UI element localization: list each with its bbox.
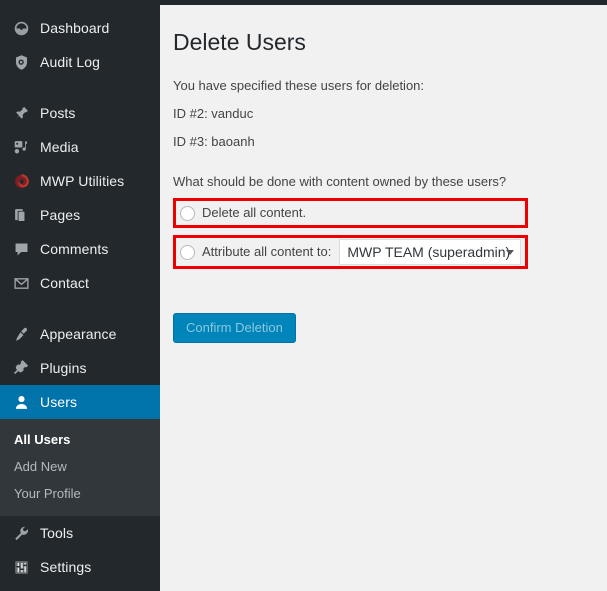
sliders-icon	[11, 557, 31, 577]
user-to-delete: ID #3: baoanh	[173, 134, 607, 149]
sidebar-item-tools[interactable]: Tools	[0, 516, 160, 550]
wordpress-admin-screen: Dashboard Audit Log Posts	[0, 0, 607, 591]
user-to-delete: ID #2: vanduc	[173, 106, 607, 121]
plug-icon	[11, 358, 31, 378]
sidebar-item-label: Dashboard	[40, 21, 109, 35]
sidebar-item-settings[interactable]: Settings	[0, 550, 160, 584]
active-arrow-icon	[160, 394, 168, 410]
main-content: Delete Users You have specified these us…	[160, 5, 607, 591]
sidebar-item-label: Contact	[40, 276, 89, 290]
sidebar-item-label: Settings	[40, 560, 91, 574]
spiral-icon	[11, 171, 31, 191]
submit-row: Confirm Deletion	[173, 313, 607, 343]
sidebar-item-label: Pages	[40, 208, 80, 222]
sidebar-item-label: Tools	[40, 526, 73, 540]
sidebar-item-audit-log[interactable]: Audit Log	[0, 45, 160, 79]
envelope-icon	[11, 273, 31, 293]
deletion-intro-text: You have specified these users for delet…	[173, 78, 607, 93]
sidebar-item-label: Posts	[40, 106, 76, 120]
sidebar-item-label: Appearance	[40, 327, 117, 341]
wrench-icon	[11, 523, 31, 543]
sidebar-item-label: Users	[40, 395, 77, 409]
confirm-deletion-button[interactable]: Confirm Deletion	[173, 313, 296, 343]
radio-label-attribute-all-content[interactable]: Attribute all content to:	[202, 242, 331, 262]
users-submenu: All Users Add New Your Profile	[0, 419, 160, 516]
sidebar-separator	[0, 300, 160, 317]
annotation-box-attribute-all-content: Attribute all content to: MWP TEAM (supe…	[173, 235, 528, 269]
sidebar-item-pages[interactable]: Pages	[0, 198, 160, 232]
brush-icon	[11, 324, 31, 344]
submenu-item-your-profile[interactable]: Your Profile	[0, 480, 160, 507]
radio-delete-all-content[interactable]	[180, 206, 195, 221]
sidebar-item-label: Comments	[40, 242, 108, 256]
shield-icon	[11, 52, 31, 72]
pages-icon	[11, 205, 31, 225]
sidebar-separator	[0, 79, 160, 96]
pin-icon	[11, 103, 31, 123]
user-icon	[11, 392, 31, 412]
sidebar-item-plugins[interactable]: Plugins	[0, 351, 160, 385]
chevron-down-icon	[506, 250, 514, 255]
sidebar-item-label: MWP Utilities	[40, 174, 124, 188]
dashboard-icon	[11, 18, 31, 38]
reassign-user-select[interactable]: MWP TEAM (superadmin)	[339, 239, 521, 265]
sidebar-item-comments[interactable]: Comments	[0, 232, 160, 266]
reassign-user-select-value: MWP TEAM (superadmin)	[347, 244, 510, 260]
sidebar-item-media[interactable]: Media	[0, 130, 160, 164]
submenu-item-all-users[interactable]: All Users	[0, 426, 160, 453]
sidebar-item-posts[interactable]: Posts	[0, 96, 160, 130]
sidebar-item-label: Audit Log	[40, 55, 100, 69]
content-question-label: What should be done with content owned b…	[173, 174, 607, 189]
admin-sidebar: Dashboard Audit Log Posts	[0, 0, 160, 591]
radio-attribute-all-content[interactable]	[180, 245, 195, 260]
sidebar-item-users[interactable]: Users	[0, 385, 160, 419]
sidebar-item-mwp-utilities[interactable]: MWP Utilities	[0, 164, 160, 198]
page-title: Delete Users	[173, 19, 607, 61]
admin-bar	[0, 0, 607, 5]
sidebar-item-label: Plugins	[40, 361, 87, 375]
sidebar-item-label: Media	[40, 140, 79, 154]
annotation-box-delete-all-content: Delete all content.	[173, 198, 528, 228]
sidebar-item-appearance[interactable]: Appearance	[0, 317, 160, 351]
sidebar-item-dashboard[interactable]: Dashboard	[0, 11, 160, 45]
sidebar-item-contact[interactable]: Contact	[0, 266, 160, 300]
media-icon	[11, 137, 31, 157]
radio-label-delete-all-content[interactable]: Delete all content.	[202, 203, 306, 223]
comment-icon	[11, 239, 31, 259]
submenu-item-add-new[interactable]: Add New	[0, 453, 160, 480]
